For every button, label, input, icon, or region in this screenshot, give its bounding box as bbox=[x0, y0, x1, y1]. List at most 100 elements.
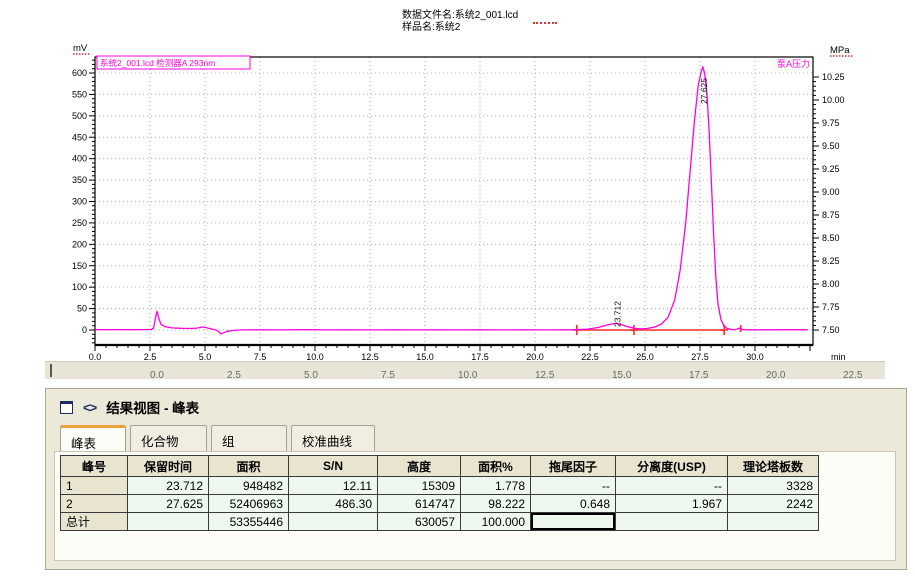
table-cell[interactable]: 12.11 bbox=[289, 477, 378, 495]
table-cell[interactable]: -- bbox=[616, 477, 728, 495]
results-tabs: 峰表 化合物 组 校准曲线 bbox=[60, 425, 375, 452]
trace-label: 系统2_001.lcd 检测器A 293nm bbox=[100, 58, 215, 68]
column-header[interactable]: 峰号 bbox=[61, 456, 128, 477]
y-left-tick-label: 50 bbox=[77, 304, 87, 314]
background-axis-label: 7.5 bbox=[381, 370, 395, 379]
table-cell[interactable]: 1.967 bbox=[616, 495, 728, 513]
chromatogram-trace bbox=[95, 67, 808, 334]
column-header[interactable]: 分离度(USP) bbox=[616, 456, 728, 477]
column-header[interactable]: S/N bbox=[289, 456, 378, 477]
background-axis-label: 5.0 bbox=[304, 370, 318, 379]
table-cell[interactable]: 27.625 bbox=[128, 495, 209, 513]
detector-trace bbox=[95, 67, 808, 334]
cursor-mark bbox=[50, 364, 52, 377]
file-header: 数据文件名:系统2_001.lcd 样品名:系统2 bbox=[402, 10, 518, 34]
angle-brackets-icon[interactable]: <> bbox=[83, 400, 96, 415]
column-header[interactable]: 面积% bbox=[461, 456, 531, 477]
y-left-tick-label: 550 bbox=[72, 89, 87, 99]
table-cell[interactable]: -- bbox=[531, 477, 616, 495]
y-left-tick-label: 250 bbox=[72, 218, 87, 228]
y-right-tick-label: 7.50 bbox=[822, 325, 840, 335]
y-left-tick-label: 300 bbox=[72, 197, 87, 207]
table-row: 总计 53355446 630057100.000 bbox=[61, 513, 819, 531]
window-restore-icon[interactable] bbox=[60, 401, 73, 414]
column-header[interactable]: 面积 bbox=[209, 456, 289, 477]
background-window-axis-strip: 0.0 2.5 5.0 7.5 10.0 12.5 15.0 17.5 20.0 22.5 bbox=[45, 361, 885, 379]
results-window-titlebar: <> 结果视图 - 峰表 bbox=[60, 397, 199, 417]
table-cell[interactable] bbox=[289, 513, 378, 531]
table-cell[interactable]: 100.000 bbox=[461, 513, 531, 531]
table-cell[interactable] bbox=[128, 513, 209, 531]
y-right-tick-label: 8.50 bbox=[822, 233, 840, 243]
background-axis-label: 10.0 bbox=[458, 370, 477, 379]
y-left-tick-label: 100 bbox=[72, 282, 87, 292]
table-cell[interactable]: 98.222 bbox=[461, 495, 531, 513]
peak-label: 23.712 bbox=[613, 301, 623, 327]
column-header[interactable]: 理论塔板数 bbox=[728, 456, 819, 477]
tab-compound[interactable]: 化合物 bbox=[130, 425, 207, 451]
chromatogram-chart[interactable]: 0.02.55.07.510.012.515.017.520.022.525.0… bbox=[35, 40, 885, 370]
y-right-tick-label: 9.50 bbox=[822, 141, 840, 151]
y-right-tick-label: 8.25 bbox=[822, 256, 840, 266]
table-cell[interactable]: 630057 bbox=[378, 513, 461, 531]
axis-tick-labels: 0.02.55.07.510.012.515.017.520.022.525.0… bbox=[72, 68, 845, 362]
spellcheck-underline bbox=[533, 20, 557, 24]
y-left-tick-label: 400 bbox=[72, 154, 87, 164]
table-cell[interactable]: 486.30 bbox=[289, 495, 378, 513]
y-right-tick-label: 8.75 bbox=[822, 210, 840, 220]
table-cell[interactable] bbox=[616, 513, 728, 531]
tab-calibration-curve[interactable]: 校准曲线 bbox=[291, 425, 375, 451]
table-row: 227.62552406963486.3061474798.2220.6481.… bbox=[61, 495, 819, 513]
table-cell[interactable]: 614747 bbox=[378, 495, 461, 513]
axis-ticks bbox=[89, 60, 819, 351]
table-cell[interactable]: 23.712 bbox=[128, 477, 209, 495]
table-cell[interactable]: 53355446 bbox=[209, 513, 289, 531]
y-right-tick-label: 9.00 bbox=[822, 187, 840, 197]
table-cell[interactable]: 15309 bbox=[378, 477, 461, 495]
y-right-tick-label: 10.25 bbox=[822, 72, 845, 82]
table-cell[interactable]: 总计 bbox=[61, 513, 128, 531]
table-cell[interactable]: 2242 bbox=[728, 495, 819, 513]
table-row: 123.71294848212.11153091.778----3328 bbox=[61, 477, 819, 495]
y-left-tick-label: 600 bbox=[72, 68, 87, 78]
chromatogram-svg[interactable]: 0.02.55.07.510.012.515.017.520.022.525.0… bbox=[35, 40, 885, 370]
column-header[interactable]: 拖尾因子 bbox=[531, 456, 616, 477]
pump-pressure-label: 泵A压力 bbox=[777, 58, 810, 69]
table-cell[interactable] bbox=[728, 513, 819, 531]
background-axis-label: 20.0 bbox=[766, 370, 785, 379]
background-axis-label: 12.5 bbox=[535, 370, 554, 379]
results-window-title: 结果视图 - 峰表 bbox=[106, 397, 199, 417]
y-right-tick-label: 9.25 bbox=[822, 164, 840, 174]
table-cell[interactable] bbox=[531, 513, 616, 531]
tab-peak-table[interactable]: 峰表 bbox=[60, 425, 126, 452]
data-file-name: 数据文件名:系统2_001.lcd bbox=[402, 10, 518, 22]
y-right-tick-label: 7.75 bbox=[822, 302, 840, 312]
peak-table: 峰号保留时间面积S/N高度面积%拖尾因子分离度(USP)理论塔板数 123.712… bbox=[60, 455, 819, 531]
background-axis-label: 22.5 bbox=[843, 370, 862, 379]
background-axis-label: 15.0 bbox=[612, 370, 631, 379]
column-header[interactable]: 保留时间 bbox=[128, 456, 209, 477]
table-cell[interactable]: 3328 bbox=[728, 477, 819, 495]
y-left-tick-label: 500 bbox=[72, 111, 87, 121]
screen: { "page_header": { "data_file": "数据文件名:系… bbox=[0, 0, 915, 577]
column-header[interactable]: 高度 bbox=[378, 456, 461, 477]
background-axis-label: 17.5 bbox=[689, 370, 708, 379]
sample-name: 样品名:系统2 bbox=[402, 22, 518, 34]
y-left-tick-label: 450 bbox=[72, 132, 87, 142]
table-cell[interactable]: 948482 bbox=[209, 477, 289, 495]
peak-retention-labels: 23.71227.625 bbox=[613, 78, 709, 327]
y-left-tick-label: 150 bbox=[72, 261, 87, 271]
background-axis-label: 0.0 bbox=[150, 370, 164, 379]
background-axis-label: 2.5 bbox=[227, 370, 241, 379]
table-cell[interactable]: 1 bbox=[61, 477, 128, 495]
table-cell[interactable]: 1.778 bbox=[461, 477, 531, 495]
results-view-window: <> 结果视图 - 峰表 峰表 化合物 组 校准曲线 峰号保留时间面积S/N高度… bbox=[45, 388, 907, 570]
tab-group[interactable]: 组 bbox=[211, 425, 287, 451]
table-cell[interactable]: 0.648 bbox=[531, 495, 616, 513]
y-right-tick-label: 10.00 bbox=[822, 95, 845, 105]
table-cell[interactable]: 2 bbox=[61, 495, 128, 513]
y-left-tick-label: 0 bbox=[82, 325, 87, 335]
table-cell[interactable]: 52406963 bbox=[209, 495, 289, 513]
right-axis-unit-label: MPa bbox=[830, 45, 850, 56]
y-right-tick-label: 8.00 bbox=[822, 279, 840, 289]
